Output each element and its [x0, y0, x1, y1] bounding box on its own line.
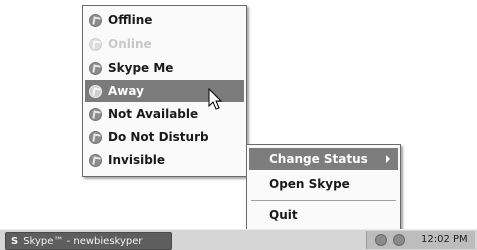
- status-item-label: Skype Me: [108, 61, 174, 75]
- status-item-do-not-disturb[interactable]: Do Not Disturb: [85, 126, 244, 148]
- status-item-label: Offline: [108, 13, 153, 27]
- menu-separator: [251, 200, 396, 201]
- status-item-skype-me[interactable]: Skype Me: [85, 57, 244, 79]
- offline-icon: [89, 13, 102, 27]
- not-available-icon: [89, 107, 102, 121]
- skype-taskbar-button[interactable]: S Skype™ - newbieskyper: [5, 232, 172, 250]
- away-icon: [89, 84, 102, 98]
- skype-tray-icon[interactable]: [375, 234, 387, 246]
- change-status-menu-item[interactable]: Change Status: [249, 148, 398, 170]
- status-item-label: Not Available: [108, 107, 199, 121]
- mouse-cursor-icon: [208, 88, 223, 110]
- submenu-arrow-icon: [386, 155, 390, 163]
- online-icon: [89, 37, 102, 51]
- status-item-online: Online: [85, 33, 244, 55]
- quit-menu-item[interactable]: Quit: [249, 204, 398, 226]
- status-item-label: Online: [108, 37, 152, 51]
- network-tray-icon[interactable]: [393, 234, 405, 246]
- status-item-label: Away: [108, 84, 144, 98]
- status-item-offline[interactable]: Offline: [85, 9, 244, 31]
- open-skype-label: Open Skype: [269, 177, 350, 191]
- skype-logo-icon: S: [11, 235, 19, 247]
- status-item-invisible[interactable]: Invisible: [85, 149, 244, 171]
- clock[interactable]: 12:02 PM: [421, 234, 468, 245]
- tray-context-menu: Change Status Open Skype Quit: [246, 144, 401, 231]
- quit-label: Quit: [269, 208, 298, 222]
- system-tray: 12:02 PM: [366, 231, 475, 249]
- taskbar-button-label: Skype™ - newbieskyper: [23, 235, 143, 247]
- taskbar: S Skype™ - newbieskyper 12:02 PM: [0, 229, 477, 250]
- status-item-label: Do Not Disturb: [108, 130, 209, 144]
- skype-me-icon: [89, 61, 102, 75]
- do-not-disturb-icon: [89, 130, 102, 144]
- invisible-icon: [89, 153, 102, 167]
- open-skype-menu-item[interactable]: Open Skype: [249, 173, 398, 195]
- status-item-label: Invisible: [108, 153, 166, 167]
- change-status-label: Change Status: [269, 152, 368, 166]
